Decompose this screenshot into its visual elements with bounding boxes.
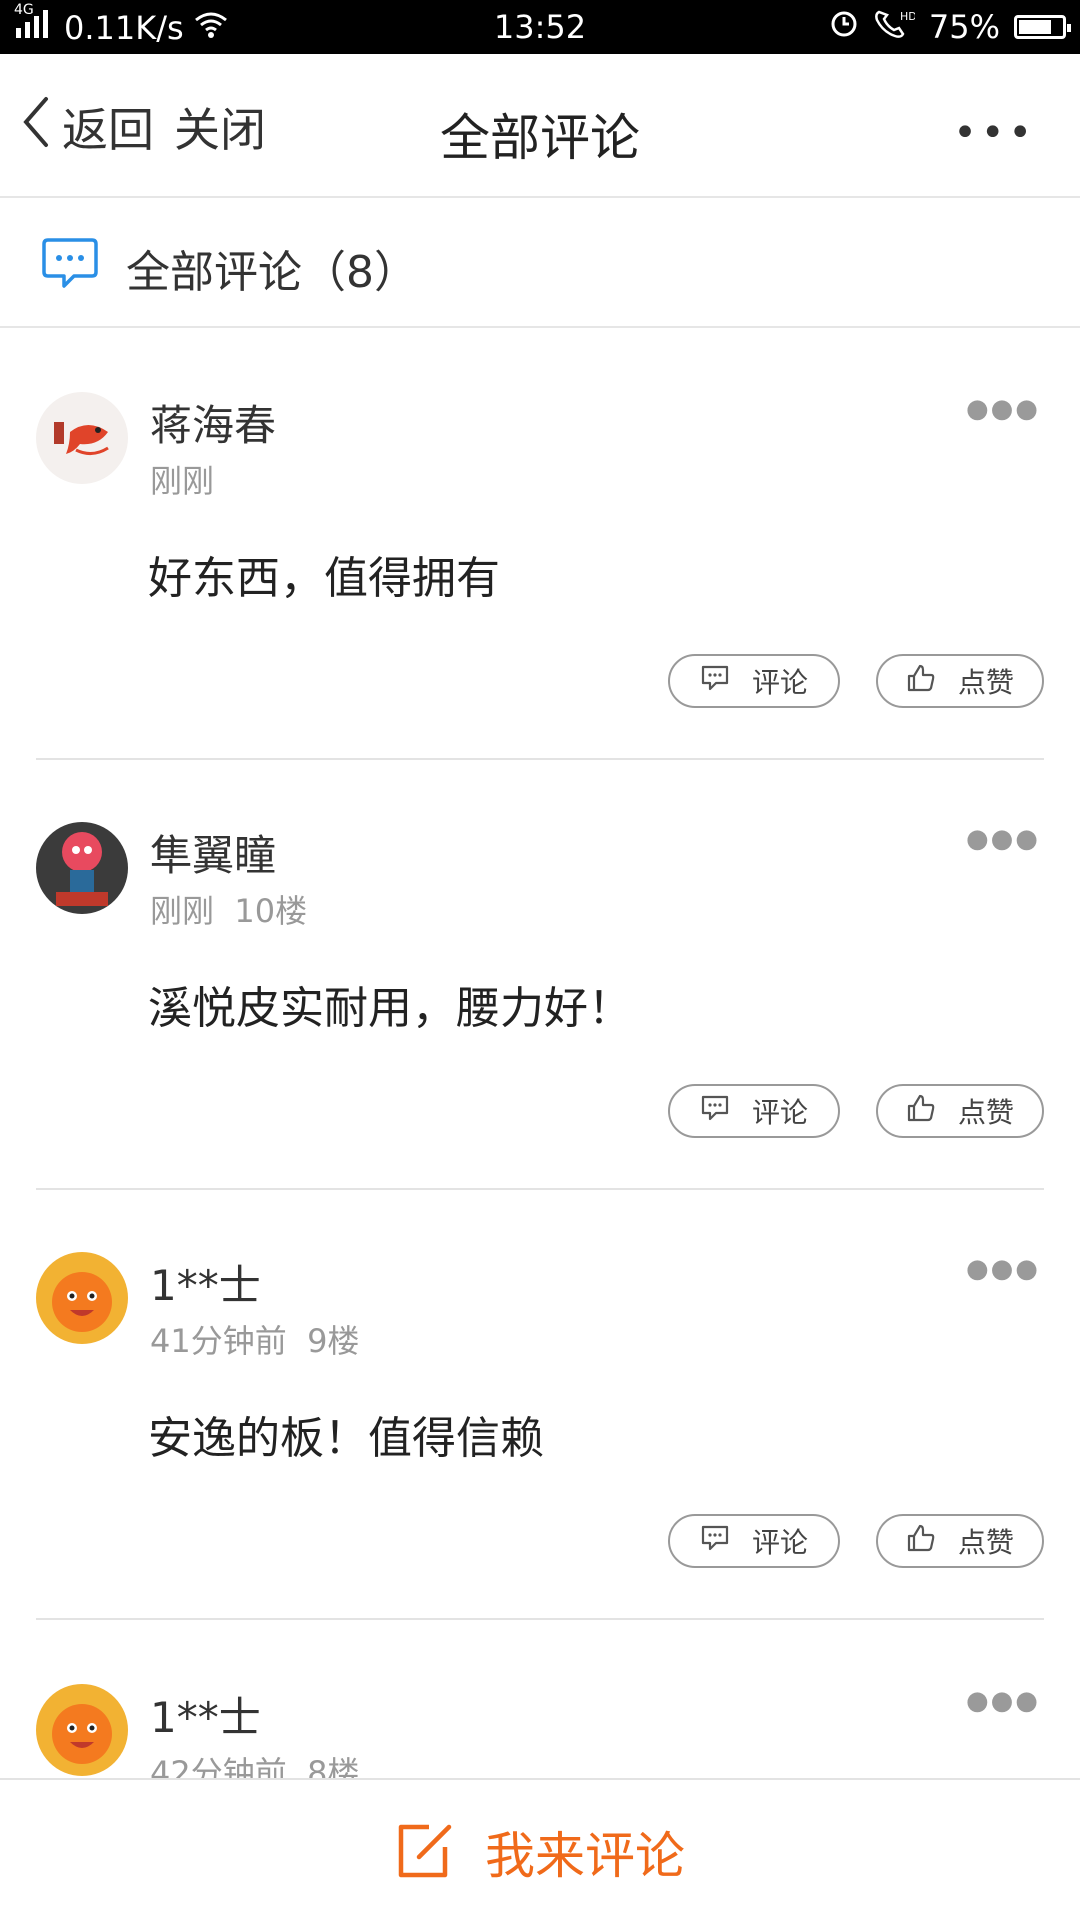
reply-icon <box>700 664 730 699</box>
more-menu-button[interactable]: ••• <box>953 110 1036 156</box>
comments-count-label: 全部评论（8） <box>126 247 418 298</box>
comment-text: 溪悦皮实耐用，腰力好！ <box>148 983 632 1034</box>
reply-label: 评论 <box>751 1526 808 1559</box>
reply-label: 评论 <box>751 666 808 699</box>
reply-label: 评论 <box>751 1096 808 1129</box>
avatar[interactable] <box>36 392 128 484</box>
like-button[interactable]: 点赞 <box>876 654 1044 708</box>
reply-icon <box>700 1094 730 1129</box>
nav-bar: 返回 关闭 全部评论 ••• <box>0 54 1080 198</box>
comment-bubble-icon <box>42 236 98 294</box>
comment-text: 好东西，值得拥有 <box>148 553 500 604</box>
reply-button[interactable]: 评论 <box>668 1514 840 1568</box>
write-comment-label: 我来评论 <box>485 1827 685 1885</box>
comment-more-button[interactable]: ●●● <box>966 824 1040 854</box>
comment-meta: 刚刚 10楼 <box>150 892 308 930</box>
comment-more-button[interactable]: ●●● <box>966 1686 1040 1716</box>
comment-text: 安逸的板！值得信赖 <box>148 1413 544 1464</box>
comment-username[interactable]: 隼翼瞳 <box>150 822 276 883</box>
reply-icon <box>700 1524 730 1559</box>
status-bar: 4G 0.11K/s 13:52 HD 75% <box>0 0 1080 54</box>
svg-text:HD: HD <box>900 10 915 23</box>
comment-meta: 41分钟前 9楼 <box>150 1322 360 1360</box>
avatar[interactable] <box>36 1252 128 1344</box>
comment-meta: 刚刚 <box>150 462 215 500</box>
divider <box>36 1618 1044 1620</box>
thumbs-up-icon <box>906 663 936 700</box>
like-label: 点赞 <box>957 666 1014 699</box>
comment-item: 隼翼瞳 刚刚 10楼 ●●● 溪悦皮实耐用，腰力好！ 评论 点赞 <box>0 760 1080 1190</box>
comment-username[interactable]: 1**士 <box>150 1684 261 1745</box>
comment-more-button[interactable]: ●●● <box>966 1254 1040 1284</box>
comments-header: 全部评论（8） <box>0 198 1080 328</box>
thumbs-up-icon <box>906 1523 936 1560</box>
like-button[interactable]: 点赞 <box>876 1514 1044 1568</box>
battery-level: 75% <box>928 8 1000 46</box>
hd-call-icon: HD <box>873 8 917 46</box>
comment-item: 1**士 42分钟前 8楼 ●●● <box>0 1622 1080 1778</box>
avatar[interactable] <box>36 1684 128 1776</box>
comment-username[interactable]: 蒋海春 <box>150 392 276 453</box>
write-comment-bar: 我来评论 <box>0 1778 1080 1920</box>
comment-item: 蒋海春 刚刚 ●●● 好东西，值得拥有 评论 点赞 <box>0 330 1080 760</box>
avatar[interactable] <box>36 822 128 914</box>
alarm-icon <box>829 8 859 46</box>
edit-icon <box>395 1819 455 1885</box>
like-label: 点赞 <box>957 1096 1014 1129</box>
reply-button[interactable]: 评论 <box>668 1084 840 1138</box>
thumbs-up-icon <box>906 1093 936 1130</box>
page-title: 全部评论 <box>440 109 640 167</box>
comment-more-button[interactable]: ●●● <box>966 394 1040 424</box>
like-button[interactable]: 点赞 <box>876 1084 1044 1138</box>
like-label: 点赞 <box>957 1526 1014 1559</box>
battery-icon <box>1014 15 1071 39</box>
comment-item: 1**士 41分钟前 9楼 ●●● 安逸的板！值得信赖 评论 点赞 <box>0 1190 1080 1620</box>
reply-button[interactable]: 评论 <box>668 654 840 708</box>
comment-username[interactable]: 1**士 <box>150 1252 261 1313</box>
comment-meta: 42分钟前 8楼 <box>150 1754 360 1778</box>
write-comment-button[interactable]: 我来评论 <box>0 1816 1080 1888</box>
